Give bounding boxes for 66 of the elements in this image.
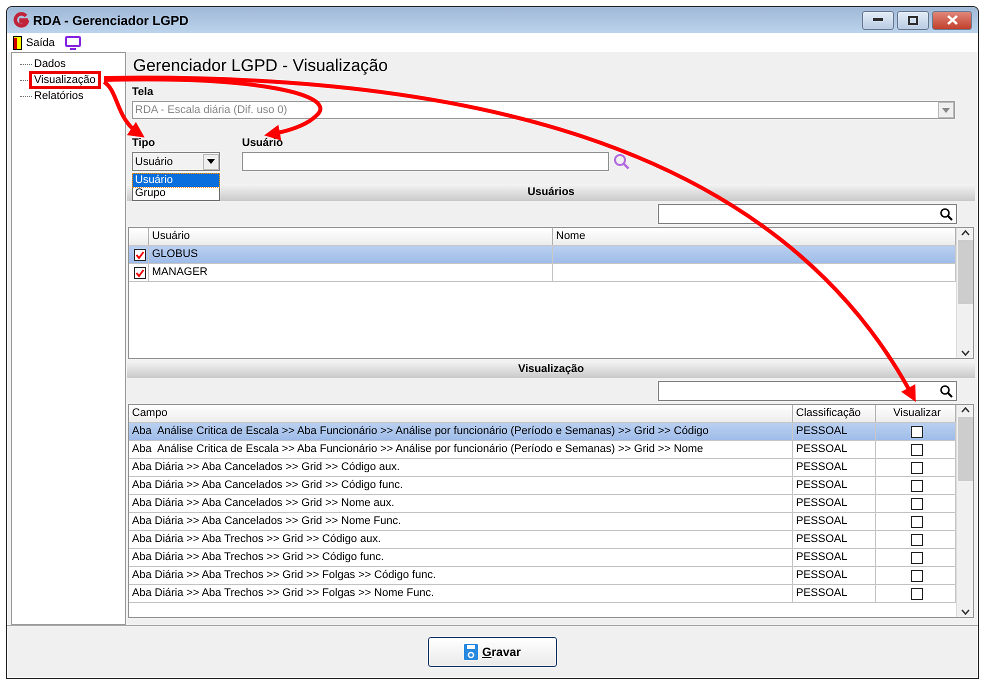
- table-row[interactable]: Aba Diária >> Aba Trechos >> Grid >> Código func. PESSOAL: [129, 549, 956, 567]
- table-row[interactable]: Aba Análise Critica de Escala >> Aba Funcionário >> Análise por funcionário (Período e Semanas) >> Grid >> Nome PESSOAL: [129, 441, 956, 459]
- door-icon: [13, 36, 22, 50]
- caret-icon: [207, 159, 215, 164]
- checkbox[interactable]: [911, 426, 923, 438]
- column-header[interactable]: Classificação: [793, 405, 876, 422]
- dropdown-option[interactable]: Grupo: [133, 187, 219, 200]
- column-header[interactable]: Campo: [129, 405, 793, 422]
- search-field[interactable]: [658, 204, 957, 224]
- table-row[interactable]: GLOBUS: [129, 246, 956, 264]
- table-row[interactable]: Aba Diária >> Aba Cancelados >> Grid >> Código func. PESSOAL: [129, 477, 956, 495]
- minimize-button[interactable]: [862, 10, 894, 30]
- table-row[interactable]: MANAGER: [129, 264, 956, 282]
- close-icon: [946, 15, 958, 25]
- column-header[interactable]: Usuário: [149, 228, 553, 245]
- checkbox[interactable]: [911, 444, 923, 456]
- column-header[interactable]: Visualizar: [876, 405, 956, 422]
- dropdown-option[interactable]: Usuário: [133, 174, 219, 187]
- table-row[interactable]: Aba Diária >> Aba Cancelados >> Grid >> Nome Func. PESSOAL: [129, 513, 956, 531]
- section-header: Visualização: [127, 361, 975, 378]
- column-header: [129, 228, 149, 245]
- scroll-up-icon[interactable]: [960, 230, 970, 236]
- monitor-icon[interactable]: [64, 36, 81, 50]
- checkbox[interactable]: [911, 498, 923, 510]
- search-icon[interactable]: [940, 208, 953, 220]
- scrollbar[interactable]: [956, 405, 973, 617]
- checkbox[interactable]: [911, 534, 923, 546]
- table-row[interactable]: Aba Diária >> Aba Trechos >> Grid >> Código aux. PESSOAL: [129, 531, 956, 549]
- column-header[interactable]: Nome: [553, 228, 956, 245]
- tree-item[interactable]: Dados: [29, 55, 71, 73]
- table-row[interactable]: Aba Diária >> Aba Cancelados >> Grid >> Código aux. PESSOAL: [129, 459, 956, 477]
- scroll-down-icon[interactable]: [960, 350, 970, 356]
- checkbox[interactable]: [911, 588, 923, 600]
- checkbox[interactable]: [911, 552, 923, 564]
- checkbox[interactable]: [134, 248, 146, 260]
- field-label: Tipo: [132, 137, 156, 149]
- page-title: Gerenciador LGPD - Visualização: [132, 55, 389, 77]
- scroll-up-icon[interactable]: [960, 407, 970, 413]
- caret-icon: [942, 108, 950, 112]
- user-input-field[interactable]: [242, 152, 609, 171]
- tree-item[interactable]: Relatórios: [29, 87, 89, 105]
- scrollbar[interactable]: [956, 228, 973, 358]
- checkbox[interactable]: [134, 266, 146, 278]
- save-button[interactable]: Gravar: [428, 637, 557, 667]
- checkbox[interactable]: [911, 516, 923, 528]
- type-dropdown[interactable]: Usuário: [132, 152, 220, 171]
- table-row[interactable]: Aba Análise Critica de Escala >> Aba Funcionário >> Análise por funcionário (Período e Semanas) >> Grid >> Código PESSOAL: [129, 423, 956, 441]
- exit-menu-item[interactable]: Saída: [13, 36, 55, 50]
- tree-item[interactable]: Visualização: [29, 71, 101, 89]
- restore-icon: [908, 16, 918, 24]
- window-title: RDA - Gerenciador LGPD: [33, 12, 189, 28]
- field-label: Usuário: [242, 137, 284, 149]
- search-icon[interactable]: [940, 384, 953, 398]
- scroll-down-icon[interactable]: [960, 609, 970, 615]
- field-label: Tela: [132, 86, 154, 98]
- table-row[interactable]: Aba Diária >> Aba Trechos >> Grid >> Folgas >> Código func. PESSOAL: [129, 567, 956, 585]
- checkbox[interactable]: [911, 462, 923, 474]
- close-button[interactable]: [932, 10, 972, 30]
- checkbox[interactable]: [911, 570, 923, 582]
- table-row[interactable]: Aba Diária >> Aba Trechos >> Grid >> Folgas >> Nome Func. PESSOAL: [129, 585, 956, 603]
- search-field[interactable]: [658, 381, 957, 401]
- minimize-icon: [873, 18, 883, 22]
- app-logo-icon: [13, 12, 29, 28]
- maximize-button[interactable]: [897, 10, 929, 30]
- table-row[interactable]: Aba Diária >> Aba Cancelados >> Grid >> Nome aux. PESSOAL: [129, 495, 956, 513]
- checkbox[interactable]: [911, 480, 923, 492]
